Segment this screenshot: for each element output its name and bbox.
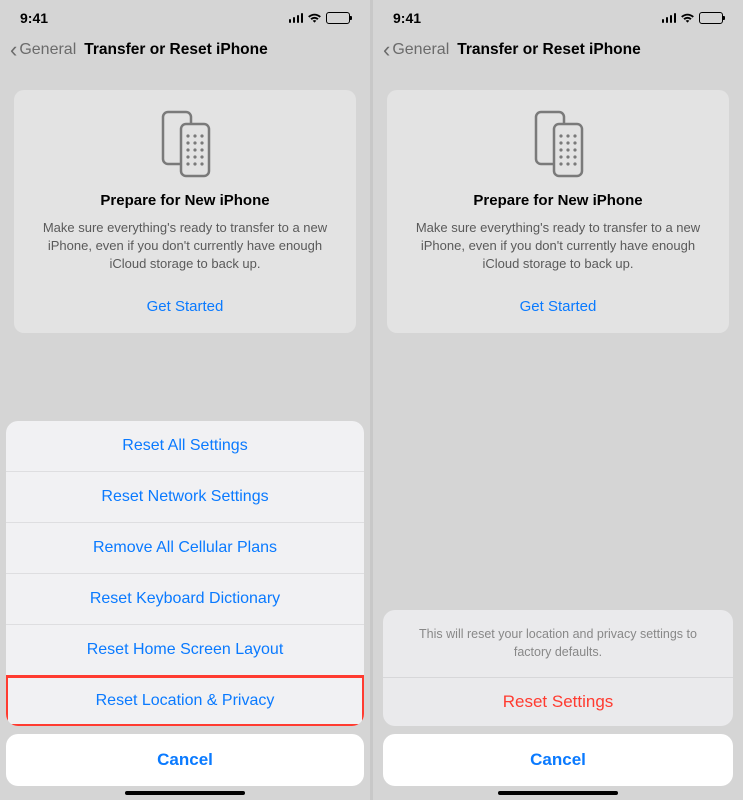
get-started-button[interactable]: Get Started (403, 298, 713, 315)
card-description: Make sure everything's ready to transfer… (30, 219, 340, 274)
reset-action-sheet: Reset All Settings Reset Network Setting… (0, 421, 370, 800)
reset-keyboard-dictionary[interactable]: Reset Keyboard Dictionary (6, 574, 364, 625)
cancel-button[interactable]: Cancel (6, 734, 364, 786)
battery-icon (699, 12, 723, 24)
reset-settings-confirm[interactable]: Reset Settings (383, 678, 733, 726)
sheet-options: Reset All Settings Reset Network Setting… (6, 421, 364, 726)
cellular-icon (662, 13, 677, 23)
chevron-left-icon: ‹ (383, 37, 390, 63)
alert-message: This will reset your location and privac… (383, 610, 733, 678)
status-indicators (662, 12, 724, 24)
reset-network-settings[interactable]: Reset Network Settings (6, 472, 364, 523)
card-title: Prepare for New iPhone (30, 192, 340, 209)
nav-bar: ‹ General Transfer or Reset iPhone (373, 30, 743, 70)
nav-title: Transfer or Reset iPhone (84, 41, 267, 59)
back-button[interactable]: ‹ General (10, 37, 76, 63)
card-title: Prepare for New iPhone (403, 192, 713, 209)
home-indicator[interactable] (498, 791, 618, 795)
reset-all-settings[interactable]: Reset All Settings (6, 421, 364, 472)
status-time: 9:41 (393, 10, 421, 26)
status-bar: 9:41 (373, 0, 743, 30)
remove-cellular-plans[interactable]: Remove All Cellular Plans (6, 523, 364, 574)
status-bar: 9:41 (0, 0, 370, 30)
status-indicators (289, 12, 351, 24)
cancel-button[interactable]: Cancel (383, 734, 733, 786)
confirm-alert-sheet: This will reset your location and privac… (373, 610, 743, 800)
chevron-left-icon: ‹ (10, 37, 17, 63)
prepare-card: Prepare for New iPhone Make sure everyth… (387, 90, 729, 333)
card-description: Make sure everything's ready to transfer… (403, 219, 713, 274)
cellular-icon (289, 13, 304, 23)
alert-box: This will reset your location and privac… (383, 610, 733, 726)
home-indicator[interactable] (125, 791, 245, 795)
reset-home-screen-layout[interactable]: Reset Home Screen Layout (6, 625, 364, 676)
wifi-icon (680, 13, 695, 24)
prepare-card: Prepare for New iPhone Make sure everyth… (14, 90, 356, 333)
phone-right: 9:41 ‹ General Transfer or Reset iPhone (373, 0, 743, 800)
back-button[interactable]: ‹ General (383, 37, 449, 63)
back-label: General (392, 41, 449, 59)
phone-left: 9:41 ‹ General Transfer or Reset iPhone (0, 0, 370, 800)
devices-icon (30, 110, 340, 178)
battery-icon (326, 12, 350, 24)
get-started-button[interactable]: Get Started (30, 298, 340, 315)
devices-icon (403, 110, 713, 178)
back-label: General (19, 41, 76, 59)
reset-location-privacy[interactable]: Reset Location & Privacy (6, 676, 364, 726)
nav-bar: ‹ General Transfer or Reset iPhone (0, 30, 370, 70)
wifi-icon (307, 13, 322, 24)
status-time: 9:41 (20, 10, 48, 26)
nav-title: Transfer or Reset iPhone (457, 41, 640, 59)
